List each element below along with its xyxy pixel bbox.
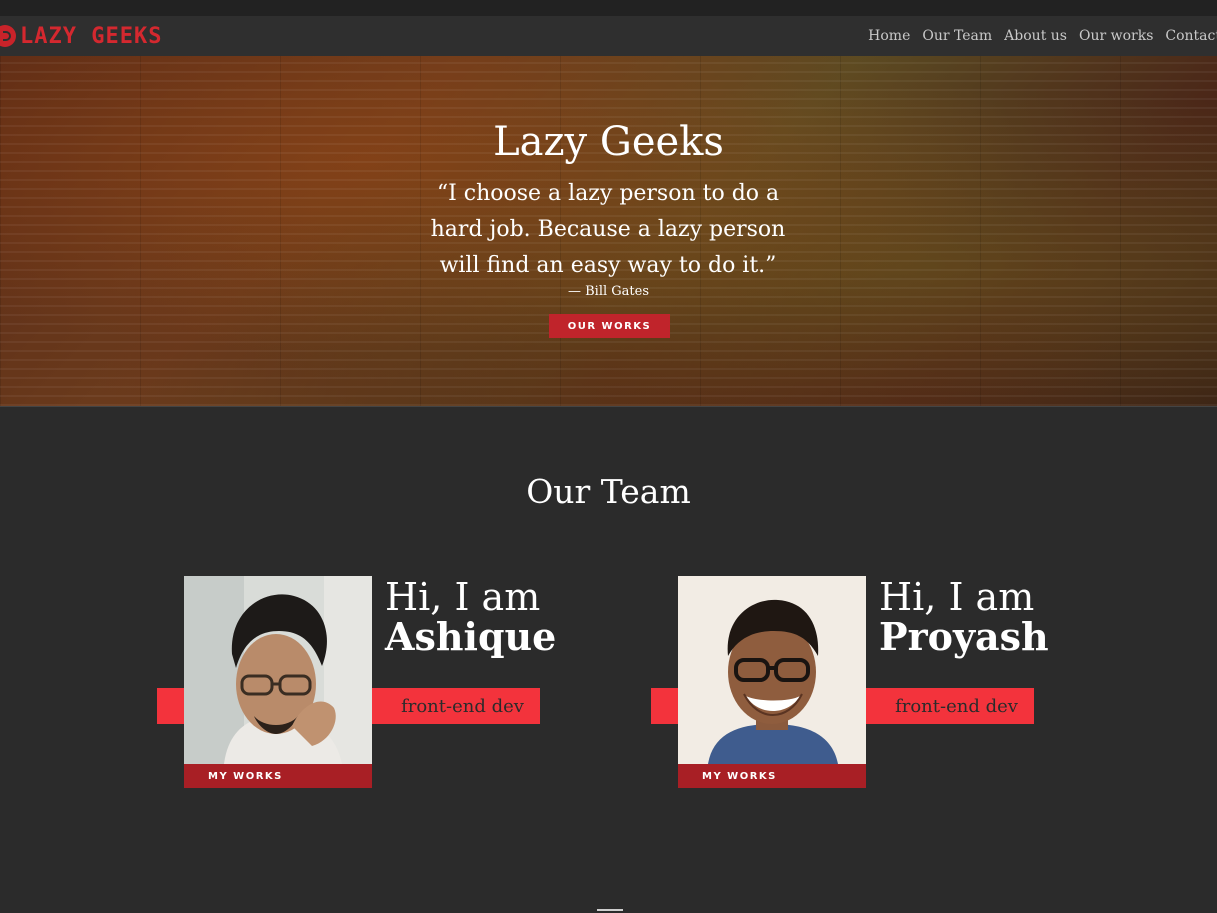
nav-home[interactable]: Home: [868, 28, 910, 44]
member-role: front-end dev: [401, 695, 524, 717]
nav-links: Home Our Team About us Our works Contact: [868, 16, 1217, 56]
scroll-indicator: [597, 909, 623, 911]
team-heading: Our Team: [526, 472, 691, 511]
hero-quote-author: — Bill Gates: [567, 284, 649, 299]
team-card-ashique: MY WORKS Hi, I am Ashique front-end dev: [157, 576, 557, 788]
nav-our-works[interactable]: Our works: [1079, 28, 1153, 44]
member-name: Proyash: [879, 614, 1049, 659]
member-name: Ashique: [385, 614, 557, 659]
avatar-ashique: [184, 576, 372, 764]
hero-section: Lazy Geeks “I choose a lazy person to do…: [0, 56, 1217, 407]
greeting: Hi, I am: [879, 575, 1035, 619]
logo-text: LAZY GEEKS: [20, 23, 163, 49]
avatar-proyash: [678, 576, 866, 764]
my-works-button-ashique[interactable]: MY WORKS: [184, 764, 372, 788]
our-works-button[interactable]: OUR WORKS: [549, 314, 670, 338]
logo-icon: [0, 25, 16, 47]
team-card-proyash: MY WORKS Hi, I am Proyash front-end dev: [651, 576, 1051, 788]
nav-our-team[interactable]: Our Team: [922, 28, 992, 44]
my-works-button-proyash[interactable]: MY WORKS: [678, 764, 866, 788]
nav-about-us[interactable]: About us: [1004, 28, 1067, 44]
member-role: front-end dev: [895, 695, 1018, 717]
hero-quote: “I choose a lazy person to do a hard job…: [430, 181, 786, 278]
greeting: Hi, I am: [385, 575, 541, 619]
navbar: LAZY GEEKS Home Our Team About us Our wo…: [0, 16, 1217, 56]
top-strip: [0, 0, 1217, 16]
hero-title: Lazy Geeks: [493, 119, 724, 165]
nav-contact[interactable]: Contact: [1165, 28, 1217, 44]
logo[interactable]: LAZY GEEKS: [0, 23, 162, 49]
